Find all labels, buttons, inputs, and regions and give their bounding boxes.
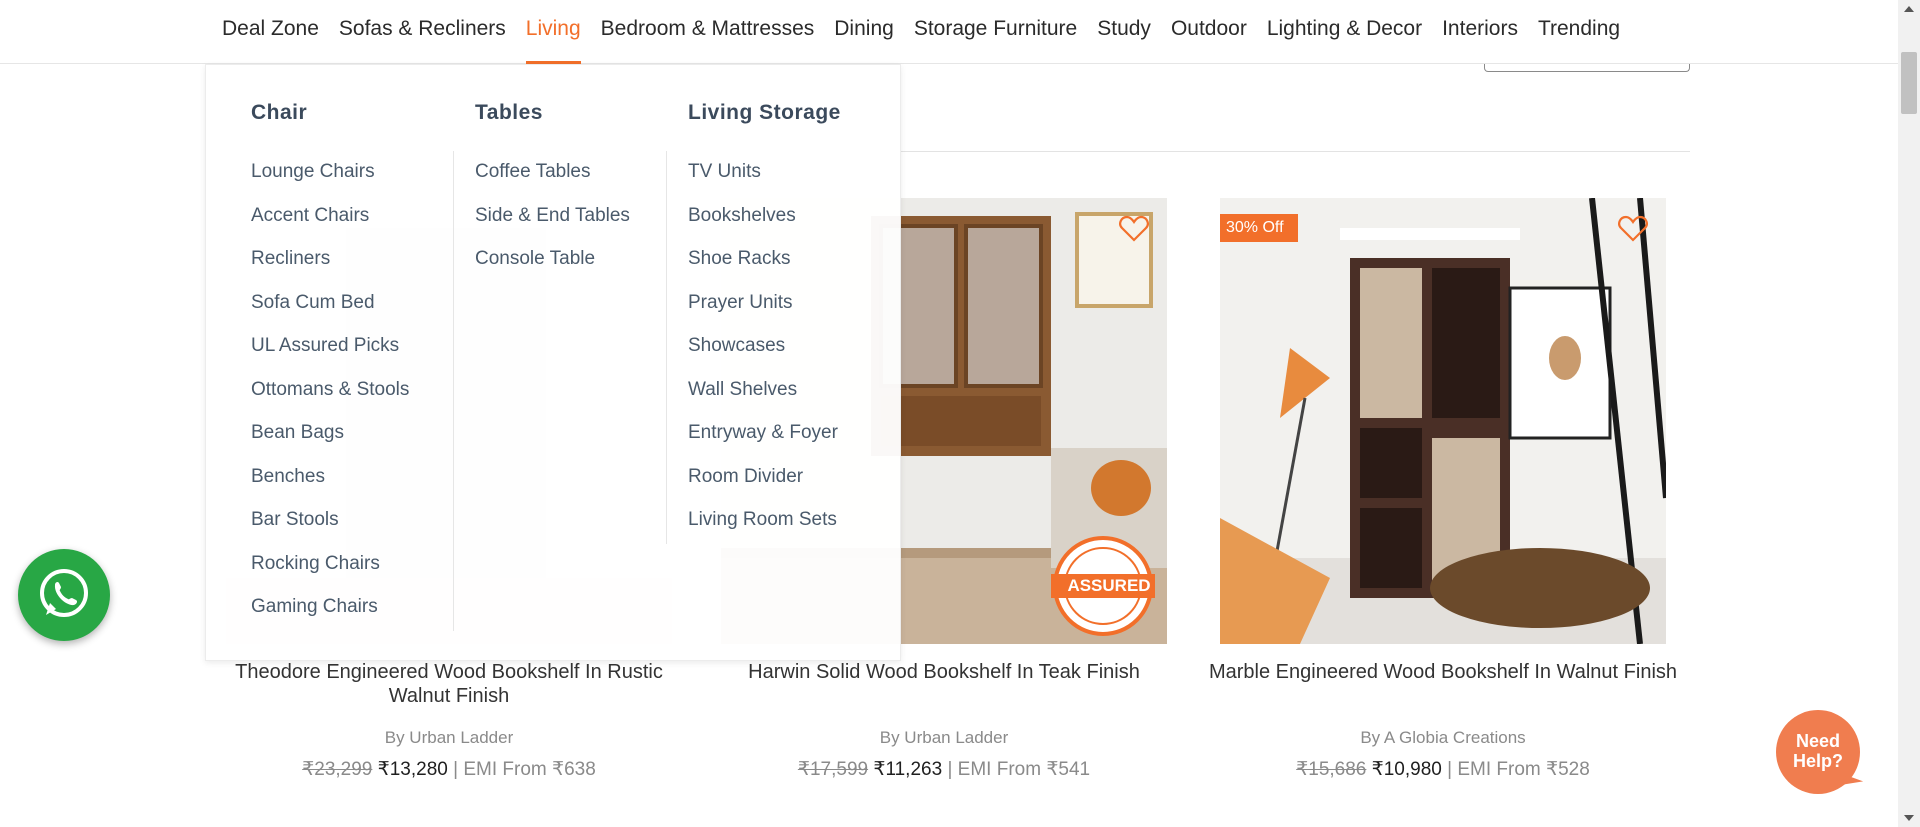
product-mrp: ₹17,599 [797,759,869,780]
heart-icon[interactable] [1119,214,1149,242]
menu-divider [666,151,667,544]
menu-item-ottomans-stools[interactable]: Ottomans & Stools [251,378,409,422]
nav-sofas-recliners[interactable]: Sofas & Recliners [329,0,516,64]
scroll-down-icon[interactable] [1904,815,1914,821]
product-card[interactable]: 30% Off Marble Engineered Wood Bookshelf… [1209,198,1677,780]
scroll-up-icon[interactable] [1904,6,1914,12]
menu-heading-tables[interactable]: Tables [475,101,543,125]
product-title[interactable]: Theodore Engineered Wood Bookshelf In Ru… [206,660,692,708]
heart-icon[interactable] [1618,214,1648,242]
nav-study[interactable]: Study [1087,0,1161,64]
nav-living[interactable]: Living [516,0,591,64]
menu-item-gaming-chairs[interactable]: Gaming Chairs [251,595,409,639]
menu-item-room-divider[interactable]: Room Divider [688,465,838,509]
nav-storage-furniture[interactable]: Storage Furniture [904,0,1087,64]
product-brand: By A Globia Creations [1360,728,1526,747]
product-price: ₹15,686 ₹10,980 | EMI From ₹528 [1200,758,1686,781]
menu-item-bookshelves[interactable]: Bookshelves [688,204,838,248]
product-brand: By Urban Ladder [384,728,514,747]
product-sale-price: ₹10,980 [1371,759,1442,780]
menu-item-ul-assured-picks[interactable]: UL Assured Picks [251,334,409,378]
product-mrp: ₹23,299 [302,759,373,780]
menu-item-prayer-units[interactable]: Prayer Units [688,291,838,335]
scrollbar-thumb[interactable] [1901,52,1917,114]
nav-lighting-decor[interactable]: Lighting & Decor [1257,0,1432,64]
menu-item-shoe-racks[interactable]: Shoe Racks [688,247,838,291]
menu-item-coffee-tables[interactable]: Coffee Tables [475,160,630,204]
product-sale-price: ₹11,263 [873,759,943,780]
menu-item-console-table[interactable]: Console Table [475,247,630,291]
need-help-button[interactable]: Need Help? [1776,710,1860,794]
menu-item-bar-stools[interactable]: Bar Stools [251,508,409,552]
menu-item-bean-bags[interactable]: Bean Bags [251,421,409,465]
menu-item-wall-shelves[interactable]: Wall Shelves [688,378,838,422]
nav-interiors[interactable]: Interiors [1432,0,1528,64]
nav-trending[interactable]: Trending [1528,0,1630,64]
menu-item-tv-units[interactable]: TV Units [688,160,838,204]
nav-dining[interactable]: Dining [824,0,904,64]
menu-item-lounge-chairs[interactable]: Lounge Chairs [251,160,409,204]
living-mega-menu: Chair Lounge Chairs Accent Chairs Reclin… [205,64,901,661]
assured-stamp: ASSURED [1067,576,1151,595]
divider [900,151,1690,152]
product-price: ₹17,599 ₹11,263 | EMI From ₹541 [701,758,1187,781]
menu-heading-living-storage[interactable]: Living Storage [688,101,841,125]
product-emi: | EMI From ₹638 [453,759,596,780]
product-mrp: ₹15,686 [1296,759,1367,780]
whatsapp-icon [40,569,88,617]
menu-item-living-room-sets[interactable]: Living Room Sets [688,508,838,552]
menu-divider [453,151,454,631]
product-title[interactable]: Marble Engineered Wood Bookshelf In Waln… [1200,660,1686,684]
menu-item-side-end-tables[interactable]: Side & End Tables [475,204,630,248]
product-emi: | EMI From ₹541 [947,759,1091,780]
page: Deal Zone Sofas & Recliners Living Bedro… [0,0,1920,827]
menu-item-benches[interactable]: Benches [251,465,409,509]
menu-item-rocking-chairs[interactable]: Rocking Chairs [251,552,409,596]
product-price: ₹23,299 ₹13,280 | EMI From ₹638 [206,758,692,781]
product-title[interactable]: Harwin Solid Wood Bookshelf In Teak Fini… [701,660,1187,684]
product-emi: | EMI From ₹528 [1447,759,1590,780]
nav-deal-zone[interactable]: Deal Zone [212,0,329,64]
menu-item-accent-chairs[interactable]: Accent Chairs [251,204,409,248]
menu-item-recliners[interactable]: Recliners [251,247,409,291]
menu-item-entryway-foyer[interactable]: Entryway & Foyer [688,421,838,465]
product-image[interactable]: 30% Off [1220,198,1666,644]
product-sale-price: ₹13,280 [377,759,448,780]
discount-badge: 30% Off [1220,214,1298,242]
product-brand: By Urban Ladder [879,728,1009,747]
top-navigation: Deal Zone Sofas & Recliners Living Bedro… [0,0,1898,64]
whatsapp-button[interactable] [18,549,110,641]
menu-heading-chair[interactable]: Chair [251,101,307,125]
page-scrollbar[interactable] [1898,0,1920,827]
menu-item-sofa-cum-bed[interactable]: Sofa Cum Bed [251,291,409,335]
nav-bedroom-mattresses[interactable]: Bedroom & Mattresses [591,0,825,64]
menu-item-showcases[interactable]: Showcases [688,334,838,378]
nav-outdoor[interactable]: Outdoor [1161,0,1257,64]
